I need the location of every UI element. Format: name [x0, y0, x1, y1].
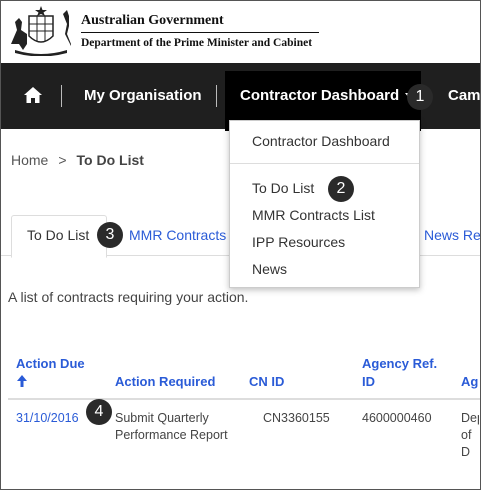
nav-overflow-item[interactable]: Came: [448, 87, 480, 104]
callout-badge-4: 4: [86, 399, 112, 425]
nav-contractor-dashboard[interactable]: Contractor Dashboard: [240, 87, 414, 104]
callout-badge-2: 2: [328, 176, 354, 202]
menu-item-mmr-contracts-list[interactable]: MMR Contracts List: [252, 207, 375, 223]
breadcrumb-separator: >: [58, 152, 67, 168]
app-frame: Australian Government Department of the …: [0, 0, 481, 490]
department-name: Department of the Prime Minister and Cab…: [81, 37, 313, 49]
column-header-action-due-label: Action Due: [16, 356, 85, 371]
menu-item-contractor-dashboard[interactable]: Contractor Dashboard: [252, 133, 390, 149]
nav-my-organisation[interactable]: My Organisation: [84, 87, 202, 104]
tab-mmr-contracts[interactable]: MMR Contracts: [129, 227, 226, 243]
government-header: Australian Government Department of the …: [1, 1, 480, 63]
tab-to-do-list[interactable]: To Do List: [27, 227, 89, 243]
column-header-cn-id[interactable]: CN ID: [249, 373, 284, 391]
nav-separator: [216, 85, 217, 107]
nav-separator: [61, 85, 62, 107]
menu-divider: [230, 163, 419, 164]
column-header-agency-ref-id[interactable]: Agency Ref. ID: [362, 355, 452, 391]
header-rule: [81, 32, 319, 33]
cell-action-required: Submit Quarterly Performance Report: [115, 411, 228, 442]
contractor-dashboard-dropdown: Contractor Dashboard To Do List 2 MMR Co…: [229, 120, 420, 288]
intro-text: A list of contracts requiring your actio…: [8, 289, 249, 305]
cell-action-due-link[interactable]: 31/10/2016: [16, 410, 79, 427]
tab-news-resources[interactable]: News Re: [424, 227, 480, 243]
callout-badge-3: 3: [97, 222, 123, 248]
menu-item-ipp-resources[interactable]: IPP Resources: [252, 234, 345, 250]
menu-item-news[interactable]: News: [252, 261, 287, 277]
callout-badge-1: 1: [407, 84, 433, 110]
sort-up-arrow-icon: [17, 375, 27, 387]
nav-contractor-dashboard-label: Contractor Dashboard: [240, 87, 400, 104]
home-icon[interactable]: [23, 85, 43, 105]
menu-item-to-do-list[interactable]: To Do List: [252, 180, 314, 196]
breadcrumb: Home > To Do List: [11, 152, 144, 168]
column-header-agency[interactable]: Ag: [461, 373, 478, 391]
table-header-divider: [8, 398, 480, 400]
breadcrumb-current: To Do List: [76, 152, 144, 168]
government-title: Australian Government: [81, 13, 224, 28]
cell-agency-ref-id: 4600000460: [362, 411, 432, 425]
column-header-action-required[interactable]: Action Required: [115, 373, 215, 391]
cell-agency: Dep of D: [461, 411, 479, 459]
column-header-action-due[interactable]: Action Due: [16, 355, 85, 388]
coat-of-arms-logo: [11, 6, 71, 56]
breadcrumb-home[interactable]: Home: [11, 152, 48, 168]
cell-cn-id: CN3360155: [263, 411, 330, 425]
